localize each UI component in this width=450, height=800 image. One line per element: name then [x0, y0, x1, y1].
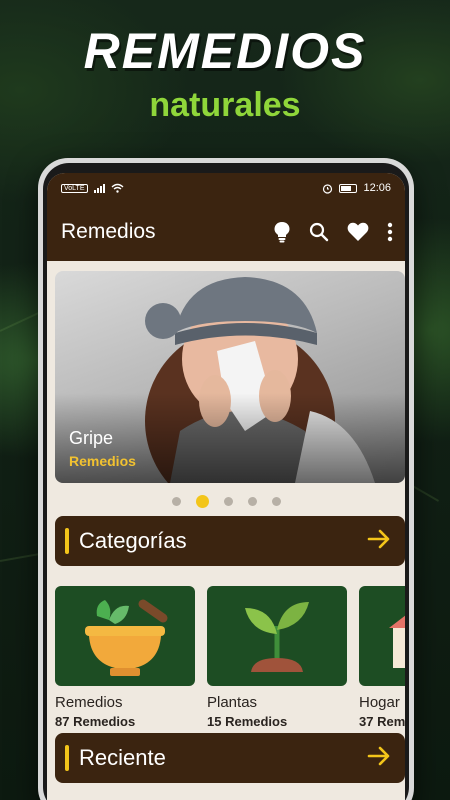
status-bar: VoLTE 12:06 [47, 173, 405, 203]
mortar-pestle-icon [85, 599, 168, 676]
promo-subtitle: naturales [149, 86, 301, 124]
phone-bezel: VoLTE 12:06 Remedios Gripe Remedios Cate… [43, 163, 409, 800]
wifi-icon [111, 183, 123, 193]
banner-title: Gripe [69, 428, 114, 448]
category-image [359, 586, 405, 686]
carousel-dot-active[interactable] [195, 495, 209, 508]
category-image [55, 586, 195, 686]
section-accent [65, 528, 69, 554]
search-icon[interactable] [309, 222, 329, 242]
category-image [207, 586, 347, 686]
battery-icon [339, 183, 358, 193]
app-title: Remedios [61, 220, 156, 243]
status-time: 12:06 [363, 182, 391, 194]
featured-banner[interactable]: Gripe Remedios [55, 271, 405, 483]
app-bar: Remedios [47, 203, 405, 261]
alarm-icon [323, 183, 333, 194]
house-icon [389, 615, 405, 668]
carousel-indicator [47, 495, 405, 508]
carousel-dot[interactable] [171, 497, 181, 506]
phone-frame: VoLTE 12:06 Remedios Gripe Remedios Cate… [38, 158, 414, 800]
arrow-right-icon[interactable] [367, 746, 391, 771]
more-vertical-icon[interactable] [387, 222, 393, 242]
promo-title: REMEDIOS [83, 23, 367, 79]
carousel-dot[interactable] [223, 497, 233, 506]
category-name: Plantas [207, 694, 258, 711]
categories-title: Categorías [79, 528, 187, 553]
status-left: VoLTE [61, 183, 124, 193]
category-count: 15 Remedios [207, 714, 288, 729]
category-name: Hogar [359, 694, 400, 711]
carousel-dot[interactable] [271, 497, 281, 506]
recent-title: Reciente [79, 745, 166, 770]
category-card-hogar[interactable]: Hogar 37 Remedios [359, 586, 405, 729]
carousel-dot[interactable] [247, 497, 257, 506]
status-right: 12:06 [322, 182, 391, 194]
recent-header-left: Reciente [65, 745, 166, 771]
recent-header[interactable]: Reciente [55, 733, 405, 783]
categories-header[interactable]: Categorías [55, 516, 405, 566]
lightbulb-icon[interactable] [273, 221, 291, 243]
arrow-right-icon[interactable] [367, 529, 391, 554]
category-card-remedios[interactable]: Remedios 87 Remedios [55, 586, 195, 729]
section-accent [65, 745, 69, 771]
category-list: Remedios 87 Remedios Plantas 15 Remedios [55, 586, 405, 736]
banner-subtitle: Remedios [69, 453, 136, 469]
category-count: 37 Remedios [359, 714, 405, 729]
app-screen: VoLTE 12:06 Remedios Gripe Remedios Cate… [47, 173, 405, 800]
category-count: 87 Remedios [55, 714, 136, 729]
heart-icon[interactable] [347, 222, 369, 242]
signal-icon [93, 183, 105, 193]
sprout-icon [245, 602, 309, 672]
app-actions [273, 221, 393, 243]
category-name: Remedios [55, 694, 123, 711]
volte-badge: VoLTE [61, 183, 88, 193]
category-card-plantas[interactable]: Plantas 15 Remedios [207, 586, 347, 729]
categories-header-left: Categorías [65, 528, 187, 554]
